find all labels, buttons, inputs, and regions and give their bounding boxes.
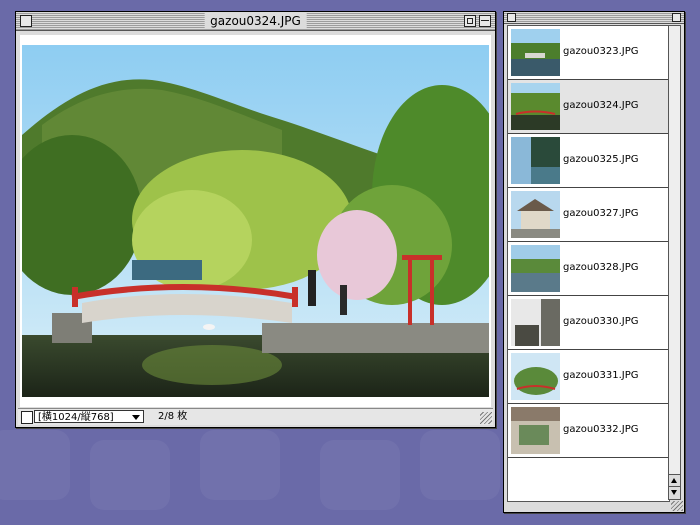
thumbnail-label: gazou0328.JPG bbox=[563, 262, 639, 273]
scroll-down-arrow-icon[interactable] bbox=[669, 486, 680, 499]
close-box-icon[interactable] bbox=[507, 13, 516, 22]
thumbnail-image bbox=[511, 191, 560, 238]
thumbnail-item[interactable]: gazou0324.JPG bbox=[508, 80, 669, 134]
resolution-select-value: [横1024/縦768] bbox=[38, 412, 114, 423]
window-title: gazou0324.JPG bbox=[204, 13, 307, 29]
thumbnail-label: gazou0330.JPG bbox=[563, 316, 639, 327]
thumbnail-image bbox=[511, 299, 560, 346]
dropdown-arrow-icon bbox=[132, 415, 140, 420]
displayed-photo bbox=[22, 45, 489, 397]
thumbnail-item[interactable]: gazou0331.JPG bbox=[508, 350, 669, 404]
resolution-select[interactable]: [横1024/縦768] bbox=[34, 410, 144, 423]
thumbnail-item[interactable]: gazou0332.JPG bbox=[508, 404, 669, 458]
status-bar: [横1024/縦768] 2/8 枚 bbox=[18, 408, 493, 425]
desktop-pattern bbox=[420, 430, 500, 500]
thumbnail-image bbox=[511, 137, 560, 184]
thumbnail-label: gazou0332.JPG bbox=[563, 424, 639, 435]
collapse-box-icon[interactable] bbox=[672, 13, 681, 22]
thumbnail-label: gazou0327.JPG bbox=[563, 208, 639, 219]
thumbnail-image bbox=[511, 353, 560, 400]
desktop-pattern bbox=[0, 430, 70, 500]
title-bar[interactable] bbox=[504, 12, 684, 24]
resize-grip-icon[interactable] bbox=[480, 412, 492, 424]
thumbnail-image bbox=[511, 245, 560, 292]
document-icon bbox=[21, 411, 33, 424]
desktop-pattern bbox=[320, 440, 400, 510]
thumbnail-image bbox=[511, 83, 560, 130]
thumbnail-label: gazou0324.JPG bbox=[563, 100, 639, 111]
thumbnail-label: gazou0323.JPG bbox=[563, 46, 639, 57]
desktop-pattern bbox=[200, 430, 280, 500]
zoom-box-icon[interactable] bbox=[464, 15, 476, 27]
thumbnail-item[interactable]: gazou0330.JPG bbox=[508, 296, 669, 350]
thumbnail-item[interactable]: gazou0323.JPG bbox=[508, 26, 669, 80]
thumbnail-list: gazou0323.JPG gazou0324.JPG gazou0325.JP… bbox=[507, 25, 670, 502]
resize-grip-icon[interactable] bbox=[671, 501, 683, 511]
image-count: 2/8 枚 bbox=[158, 411, 188, 422]
thumbnail-item[interactable]: gazou0325.JPG bbox=[508, 134, 669, 188]
thumbnail-label: gazou0331.JPG bbox=[563, 370, 639, 381]
thumbnail-item[interactable]: gazou0328.JPG bbox=[508, 242, 669, 296]
desktop-pattern bbox=[90, 440, 170, 510]
close-box-icon[interactable] bbox=[20, 15, 32, 27]
thumbnail-label: gazou0325.JPG bbox=[563, 154, 639, 165]
thumbnail-window: gazou0323.JPG gazou0324.JPG gazou0325.JP… bbox=[503, 11, 685, 513]
thumbnail-item[interactable]: gazou0327.JPG bbox=[508, 188, 669, 242]
image-viewer-window: gazou0324.JPG [横1024/縦768] 2/8 枚 bbox=[15, 11, 496, 428]
image-canvas bbox=[20, 35, 491, 407]
thumbnail-image bbox=[511, 29, 560, 76]
title-bar[interactable]: gazou0324.JPG bbox=[16, 12, 495, 31]
vertical-scrollbar[interactable] bbox=[668, 25, 681, 500]
collapse-box-icon[interactable] bbox=[479, 15, 491, 27]
thumbnail-image bbox=[511, 407, 560, 454]
